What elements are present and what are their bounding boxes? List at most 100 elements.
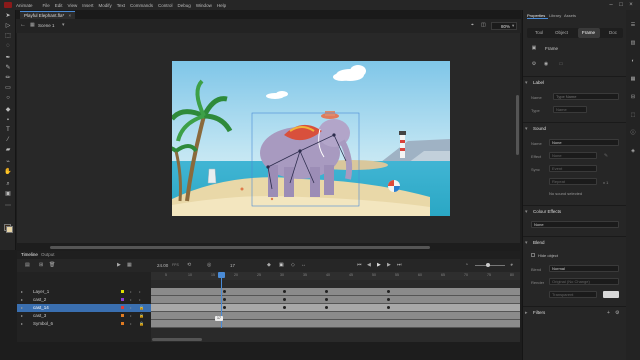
blend-mode-select[interactable]: Normal bbox=[549, 265, 619, 272]
bone-tool-icon[interactable]: ⌁ bbox=[4, 158, 12, 166]
layer-color-swatch[interactable] bbox=[121, 306, 124, 309]
layer-name[interactable]: cast_3 bbox=[33, 313, 46, 318]
eraser-tool-icon[interactable]: ▰ bbox=[4, 146, 12, 154]
tween-icon[interactable]: ↔ bbox=[301, 262, 306, 268]
layer-visibility-icon[interactable]: • bbox=[130, 320, 131, 328]
frame-name-input[interactable] bbox=[553, 93, 619, 100]
insert-keyframe-icon[interactable]: ▣ bbox=[279, 262, 284, 268]
layer-expand-icon[interactable]: ▸ bbox=[21, 320, 23, 328]
transparent-select[interactable]: Transparent bbox=[549, 291, 597, 298]
tab-output[interactable]: Output bbox=[41, 252, 55, 257]
layer-color-swatch[interactable] bbox=[121, 290, 124, 293]
sound-repeat-count[interactable]: x 1 bbox=[603, 180, 608, 185]
frame-row[interactable] bbox=[151, 320, 520, 328]
paint-bucket-icon[interactable]: ◆ bbox=[4, 106, 12, 114]
keyframe-marker[interactable] bbox=[387, 290, 390, 293]
layer-lock-icon[interactable]: 🔒 bbox=[139, 312, 144, 320]
sound-repeat-select[interactable]: Repeat bbox=[549, 178, 597, 185]
clip-icon[interactable]: ◫ bbox=[481, 22, 486, 28]
more-tools-icon[interactable]: ⋯ bbox=[4, 202, 12, 210]
rectangle-tool-icon[interactable]: ▭ bbox=[4, 84, 12, 92]
library-panel-icon[interactable]: ▥ bbox=[630, 40, 636, 46]
loop-icon[interactable]: ⟲ bbox=[187, 262, 191, 268]
blank-keyframe-icon[interactable]: ◇ bbox=[291, 262, 295, 268]
menu-modify[interactable]: Modify bbox=[96, 3, 114, 8]
fill-color-swatch[interactable] bbox=[6, 226, 13, 233]
oval-tool-icon[interactable]: ○ bbox=[4, 94, 12, 102]
stage-vertical-scrollbar[interactable] bbox=[516, 95, 519, 155]
menu-view[interactable]: View bbox=[65, 3, 80, 8]
info-panel-icon[interactable]: ⓘ bbox=[630, 130, 636, 136]
collapse-chevron-icon[interactable]: ▾ bbox=[525, 126, 528, 132]
timeline-horizontal-scrollbar[interactable] bbox=[152, 338, 202, 341]
menu-debug[interactable]: Debug bbox=[175, 3, 193, 8]
timeline-zoom-slider[interactable] bbox=[475, 265, 505, 266]
components-panel-icon[interactable]: ◈ bbox=[630, 148, 636, 154]
stage-canvas[interactable] bbox=[172, 61, 450, 216]
playhead-handle[interactable] bbox=[218, 272, 225, 278]
keyframe-marker[interactable] bbox=[387, 298, 390, 301]
keyframe-icon[interactable]: ◆ bbox=[267, 262, 271, 268]
timeline-zoom-handle[interactable] bbox=[486, 263, 490, 267]
stage-horizontal-scrollbar[interactable] bbox=[50, 246, 430, 249]
layer-lock-icon[interactable]: 🔒 bbox=[139, 320, 144, 328]
lasso-tool-icon[interactable]: ◌ bbox=[4, 42, 12, 50]
frame-view-icon[interactable]: ◉ bbox=[543, 61, 549, 67]
step-forward-icon[interactable]: ▶ bbox=[387, 262, 391, 268]
keyframe-marker[interactable] bbox=[325, 298, 328, 301]
layer-expand-icon[interactable]: ▸ bbox=[21, 304, 23, 312]
layer-visibility-icon[interactable]: • bbox=[130, 304, 131, 312]
subtab-frame[interactable]: Frame bbox=[582, 30, 595, 35]
collapse-chevron-icon[interactable]: ▾ bbox=[525, 240, 528, 246]
delete-layer-icon[interactable]: 🗑 bbox=[49, 262, 55, 268]
subtab-object[interactable]: Object bbox=[555, 30, 568, 35]
step-back-icon[interactable]: ◀ bbox=[367, 262, 371, 268]
onion-skin-icon[interactable]: ◎ bbox=[207, 262, 211, 268]
zoom-select[interactable]: 80% ▾ bbox=[491, 22, 517, 30]
edit-easing-icon[interactable]: ▭ bbox=[557, 61, 565, 67]
frames-grid[interactable]: 5 10 15 20 25 30 35 40 45 50 55 60 65 70 75 80 17 bbox=[151, 272, 520, 342]
keyframe-marker[interactable] bbox=[283, 290, 286, 293]
align-panel-icon[interactable]: ⊟ bbox=[630, 94, 636, 100]
eyedropper-icon[interactable]: ⁄ bbox=[4, 136, 12, 144]
minimize-icon[interactable]: – bbox=[608, 2, 614, 8]
back-arrow-icon[interactable]: ← bbox=[20, 22, 26, 28]
keyframe-easing-icon[interactable]: ⚙ bbox=[531, 61, 537, 67]
current-frame-value[interactable]: 17 bbox=[230, 263, 235, 268]
brush-tool-icon[interactable]: ✎ bbox=[4, 64, 12, 72]
go-to-last-frame-icon[interactable]: ⏭ bbox=[397, 262, 402, 268]
menu-edit[interactable]: Edit bbox=[52, 3, 65, 8]
subselection-tool-icon[interactable]: ▷ bbox=[4, 22, 12, 30]
ink-bottle-icon[interactable]: ⬩ bbox=[4, 116, 12, 124]
keyframe-marker[interactable] bbox=[325, 290, 328, 293]
filter-options-icon[interactable]: ⚙ bbox=[615, 310, 619, 316]
keyframe-marker[interactable] bbox=[325, 306, 328, 309]
camera-icon[interactable]: ▶ bbox=[117, 262, 121, 268]
document-tab[interactable]: Playful Elephant.fla* × bbox=[20, 11, 76, 19]
properties-panel-icon[interactable]: ☰ bbox=[630, 22, 636, 28]
zoom-out-timeline-icon[interactable]: ◔ bbox=[465, 262, 468, 268]
collapse-chevron-icon[interactable]: ▾ bbox=[525, 80, 528, 86]
layer-expand-icon[interactable]: ▸ bbox=[21, 296, 23, 304]
layer-name[interactable]: cast_2 bbox=[33, 297, 46, 302]
subtab-doc[interactable]: Doc bbox=[609, 30, 617, 35]
subtab-tool[interactable]: Tool bbox=[535, 30, 543, 35]
layer-expand-icon[interactable]: ▸ bbox=[21, 312, 23, 320]
menu-file[interactable]: File bbox=[40, 3, 52, 8]
layer-name[interactable]: Layer_1 bbox=[33, 289, 49, 294]
maximize-icon[interactable]: □ bbox=[618, 2, 624, 8]
tab-library[interactable]: Library bbox=[549, 13, 561, 18]
go-to-first-frame-icon[interactable]: ⏮ bbox=[357, 262, 362, 268]
transform-panel-icon[interactable]: ⬚ bbox=[630, 112, 636, 118]
camera-tool-icon[interactable]: ▣ bbox=[4, 190, 12, 198]
snap-icon[interactable]: ⌖ bbox=[471, 22, 474, 28]
label-type-select[interactable]: Name bbox=[553, 106, 587, 113]
sound-effect-select[interactable]: None bbox=[549, 152, 597, 159]
collapse-chevron-icon[interactable]: ▾ bbox=[525, 209, 528, 215]
menu-insert[interactable]: Insert bbox=[80, 3, 96, 8]
layer-row[interactable]: ▸ Layer_1 • • bbox=[17, 288, 151, 296]
new-layer-icon[interactable]: ▤ bbox=[25, 262, 30, 268]
new-folder-icon[interactable]: ⊞ bbox=[39, 262, 43, 268]
background-color-swatch[interactable] bbox=[603, 291, 619, 298]
layer-lock-icon[interactable]: • bbox=[139, 288, 140, 296]
